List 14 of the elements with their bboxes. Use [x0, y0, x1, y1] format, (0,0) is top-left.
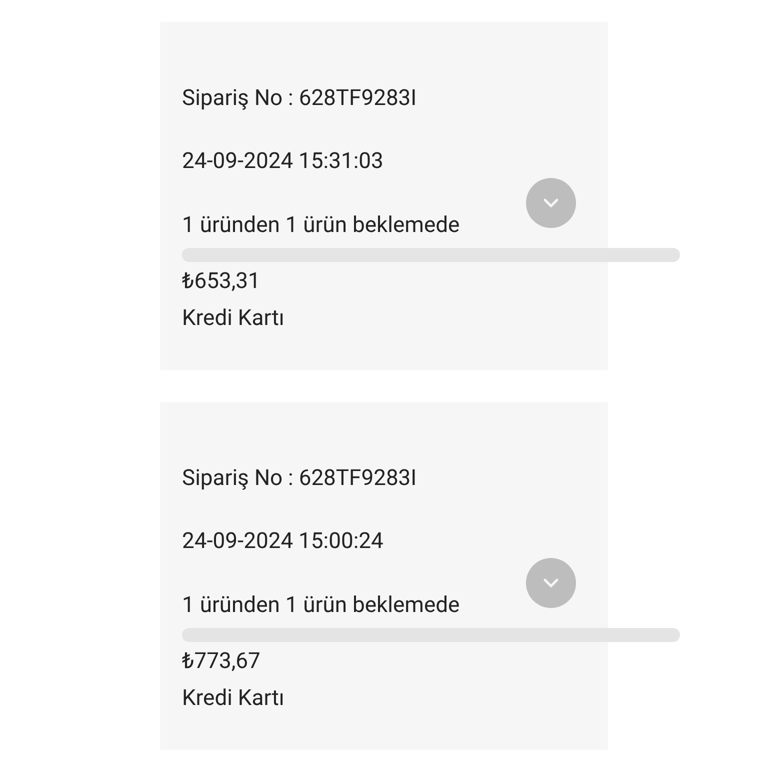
- order-number: Sipariş No : 628TF9283I: [182, 465, 417, 493]
- payment-method: Kredi Kartı: [182, 685, 284, 713]
- expand-button[interactable]: [526, 178, 576, 228]
- order-total: ₺773,67: [182, 648, 260, 676]
- chevron-down-icon: [543, 198, 559, 208]
- order-date: 24-09-2024 15:00:24: [182, 528, 384, 556]
- order-status: 1 üründen 1 ürün beklemede: [182, 592, 460, 620]
- expand-button[interactable]: [526, 558, 576, 608]
- order-date: 24-09-2024 15:31:03: [182, 148, 384, 176]
- order-total: ₺653,31: [182, 268, 260, 296]
- chevron-down-icon: [543, 578, 559, 588]
- order-number: Sipariş No : 628TF9283I: [182, 85, 417, 113]
- payment-method: Kredi Kartı: [182, 305, 284, 333]
- order-status: 1 üründen 1 ürün beklemede: [182, 212, 460, 240]
